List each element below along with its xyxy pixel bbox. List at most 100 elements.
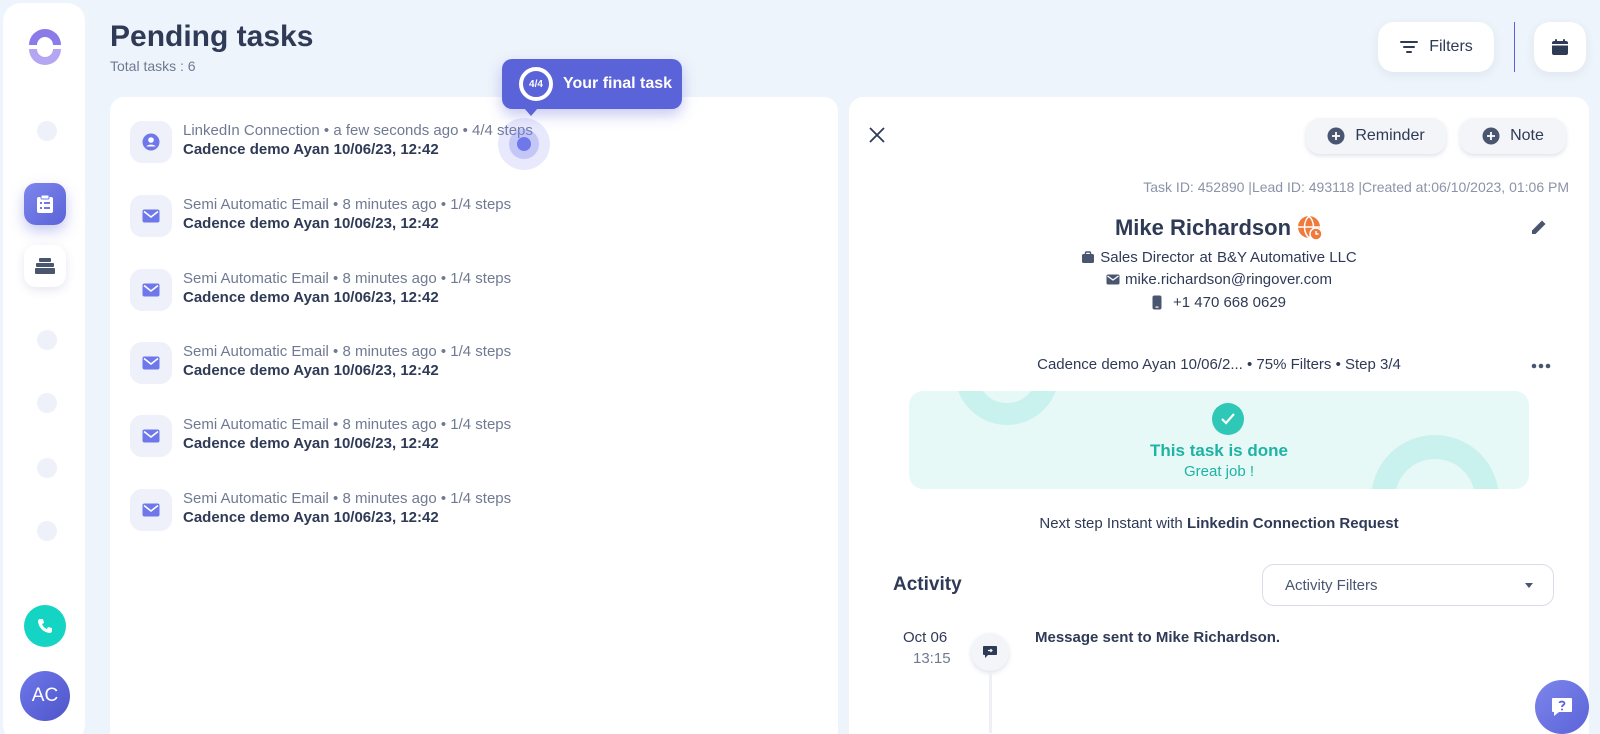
stack-icon: [35, 258, 55, 274]
pencil-edit-icon[interactable]: [1529, 217, 1549, 237]
task-type-icon: [130, 489, 172, 531]
task-done-subtitle: Great job !: [1183, 463, 1255, 480]
page-title: Pending tasks: [110, 20, 314, 53]
task-type-icon: [130, 121, 172, 163]
task-meta: Semi Automatic Email • 8 minutes ago • 1…: [183, 343, 512, 360]
next-step-prefix: Next step Instant with: [1039, 515, 1187, 532]
decorative-ring: [955, 391, 1059, 425]
task-done-title: This task is done: [1150, 441, 1288, 460]
task-detail-panel: Reminder Note Task ID: 452890 |Lead ID: …: [849, 97, 1589, 734]
close-icon[interactable]: [867, 125, 887, 145]
task-item[interactable]: Semi Automatic Email • 8 minutes ago • 1…: [130, 195, 810, 245]
nav-placeholder[interactable]: [37, 330, 57, 350]
tour-tooltip-text: Your final task: [563, 75, 673, 92]
note-button[interactable]: Note: [1460, 118, 1566, 154]
nav-placeholder[interactable]: [37, 458, 57, 478]
activity-text: Message sent to Mike Richardson.: [1035, 629, 1281, 646]
activity-timeline-line: [989, 673, 992, 733]
lead-job-title: Sales Director: [1100, 249, 1195, 266]
more-options-icon[interactable]: [1529, 359, 1553, 373]
mail-icon: [142, 429, 160, 443]
mail-icon: [142, 283, 160, 297]
task-list-panel: LinkedIn Connection • a few seconds ago …: [110, 97, 838, 734]
task-meta: Semi Automatic Email • 8 minutes ago • 1…: [183, 270, 512, 287]
activity-title: Activity: [893, 574, 962, 595]
next-step-name: Linkedin Connection Request: [1186, 515, 1399, 532]
nav-placeholder[interactable]: [37, 521, 57, 541]
tour-step-badge: 4/4: [519, 67, 553, 101]
reminder-label: Reminder: [1355, 127, 1425, 144]
filter-icon: [1400, 41, 1419, 53]
chevron-down-icon: [1525, 583, 1533, 588]
task-name: Cadence demo Ayan 10/06/23, 12:42: [183, 509, 439, 526]
message-icon: [971, 633, 1009, 671]
activity-time: 13:15: [913, 650, 951, 667]
mail-icon: [142, 356, 160, 370]
task-item[interactable]: Semi Automatic Email • 8 minutes ago • 1…: [130, 342, 810, 392]
task-name: Cadence demo Ayan 10/06/23, 12:42: [183, 362, 439, 379]
lead-phone-line: +1 470 668 0629: [849, 294, 1589, 311]
task-type-icon: [130, 269, 172, 311]
task-ids-line: Task ID: 452890 |Lead ID: 493118 |Create…: [1143, 179, 1569, 195]
task-type-icon: [130, 342, 172, 384]
task-name: Cadence demo Ayan 10/06/23, 12:42: [183, 215, 439, 232]
filters-label: Filters: [1429, 38, 1473, 55]
task-meta: LinkedIn Connection • a few seconds ago …: [183, 122, 533, 139]
reminder-button[interactable]: Reminder: [1306, 118, 1446, 154]
calendar-button[interactable]: [1534, 22, 1586, 72]
activity-filters-label: Activity Filters: [1285, 576, 1378, 594]
header-divider: [1514, 22, 1515, 72]
task-item[interactable]: Semi Automatic Email • 8 minutes ago • 1…: [130, 415, 810, 465]
clipboard-icon: [37, 194, 53, 213]
plus-circle-icon: [1482, 127, 1500, 145]
next-step-line: Next step Instant with Linkedin Connecti…: [849, 515, 1589, 532]
filters-button[interactable]: Filters: [1378, 22, 1494, 72]
help-chat-button[interactable]: [1535, 680, 1589, 734]
task-type-icon: [130, 415, 172, 457]
mail-icon: [142, 209, 160, 223]
mail-icon: [142, 503, 160, 517]
task-type-icon: [130, 195, 172, 237]
lead-name-text: Mike Richardson: [1114, 215, 1292, 240]
lead-job-line: Sales Director at B&Y Automative LLC: [849, 249, 1589, 266]
calendar-icon: [1552, 39, 1568, 55]
task-name: Cadence demo Ayan 10/06/23, 12:42: [183, 141, 439, 158]
timezone-globe-icon: [1298, 215, 1323, 241]
note-label: Note: [1510, 127, 1544, 144]
briefcase-icon: [1082, 251, 1095, 263]
nav-cadences-button[interactable]: [24, 245, 66, 287]
user-icon: [142, 133, 160, 151]
task-item[interactable]: Semi Automatic Email • 8 minutes ago • 1…: [130, 489, 810, 539]
plus-circle-icon: [1327, 127, 1345, 145]
task-meta: Semi Automatic Email • 8 minutes ago • 1…: [183, 416, 512, 433]
task-item[interactable]: Semi Automatic Email • 8 minutes ago • 1…: [130, 269, 810, 319]
lead-job-at: at: [1199, 249, 1212, 266]
activity-date: Oct 06: [903, 629, 948, 646]
task-name: Cadence demo Ayan 10/06/23, 12:42: [183, 289, 439, 306]
avatar[interactable]: AC: [20, 671, 70, 721]
nav-tasks-button[interactable]: [24, 183, 66, 225]
logo-icon[interactable]: [25, 27, 65, 67]
call-button[interactable]: [24, 605, 66, 647]
task-meta: Semi Automatic Email • 8 minutes ago • 1…: [183, 196, 512, 213]
nav-placeholder[interactable]: [37, 121, 57, 141]
nav-placeholder[interactable]: [37, 393, 57, 413]
task-meta: Semi Automatic Email • 8 minutes ago • 1…: [183, 490, 512, 507]
task-item[interactable]: LinkedIn Connection • a few seconds ago …: [130, 121, 810, 171]
phone-icon: [38, 619, 52, 633]
cadence-progress-line: Cadence demo Ayan 10/06/2... • 75% Filte…: [1037, 356, 1401, 373]
lead-email[interactable]: mike.richardson@ringover.com: [1125, 271, 1332, 288]
lead-company: B&Y Automative LLC: [1216, 249, 1357, 266]
mobile-phone-icon: [1152, 295, 1162, 310]
task-done-banner: This task is done Great job !: [909, 391, 1529, 489]
task-name: Cadence demo Ayan 10/06/23, 12:42: [183, 435, 439, 452]
check-icon: [1212, 403, 1244, 435]
lead-phone[interactable]: +1 470 668 0629: [1173, 294, 1286, 311]
lead-email-line: mike.richardson@ringover.com: [849, 271, 1589, 288]
chat-question-icon: [1552, 698, 1572, 716]
tour-tooltip[interactable]: 4/4 Your final task: [502, 59, 682, 116]
sidebar: AC: [3, 3, 85, 734]
activity-filters-select[interactable]: Activity Filters: [1262, 564, 1554, 606]
tour-pulse-indicator[interactable]: [498, 118, 550, 170]
lead-name: Mike Richardson: [849, 215, 1589, 241]
